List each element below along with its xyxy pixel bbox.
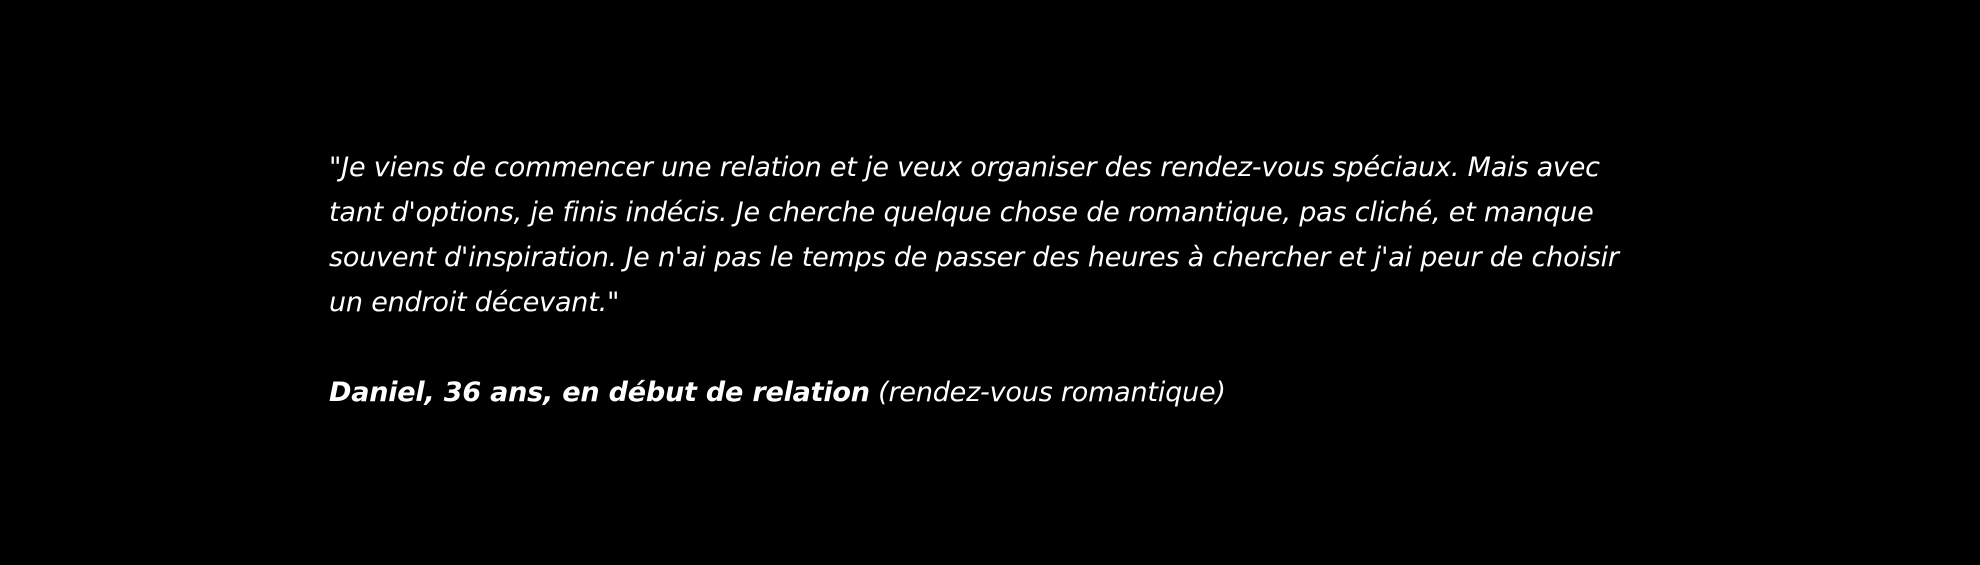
testimonial-context: (rendez-vous romantique) xyxy=(878,377,1226,408)
testimonial-author: Daniel, 36 ans, en début de relation xyxy=(329,377,870,408)
testimonial-quote: "Je viens de commencer une relation et j… xyxy=(329,152,1619,318)
testimonial-attribution: Daniel, 36 ans, en début de relation (re… xyxy=(329,370,1659,415)
testimonial-card: "Je viens de commencer une relation et j… xyxy=(329,145,1659,415)
